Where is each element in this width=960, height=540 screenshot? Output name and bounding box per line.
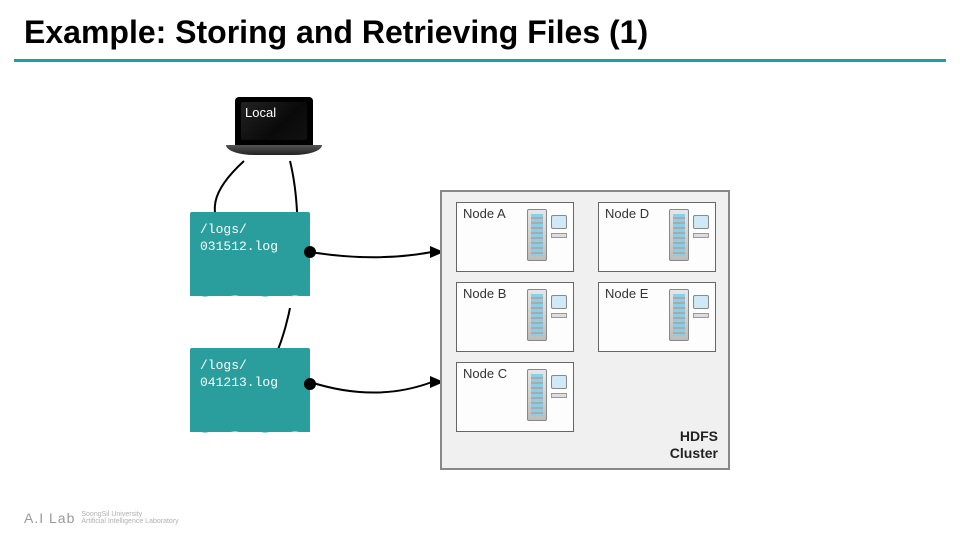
node-c-label: Node C bbox=[463, 366, 507, 381]
laptop-screen: Local bbox=[235, 97, 313, 145]
log-file-1-path: /logs/ bbox=[200, 222, 300, 239]
connection-dot-2 bbox=[304, 378, 316, 390]
laptop-label: Local bbox=[245, 105, 276, 120]
cluster-node-b: Node B bbox=[456, 282, 574, 352]
log-file-2-path: /logs/ bbox=[200, 358, 300, 375]
cluster-node-c: Node C bbox=[456, 362, 574, 432]
server-icon bbox=[669, 209, 709, 267]
server-icon bbox=[527, 369, 567, 427]
diagram-area: Local /logs/ 031512.log /logs/ 041213.lo… bbox=[0, 62, 960, 502]
node-e-label: Node E bbox=[605, 286, 648, 301]
footer-line2: Artificial Intelligence Laboratory bbox=[81, 518, 178, 525]
log-file-2: /logs/ 041213.log bbox=[190, 348, 310, 432]
node-d-label: Node D bbox=[605, 206, 649, 221]
slide-title: Example: Storing and Retrieving Files (1… bbox=[0, 0, 960, 59]
cluster-node-d: Node D bbox=[598, 202, 716, 272]
cluster-node-a: Node A bbox=[456, 202, 574, 272]
node-a-label: Node A bbox=[463, 206, 506, 221]
footer-brand: A.I Lab bbox=[24, 510, 75, 526]
log-file-1-name: 031512.log bbox=[200, 239, 300, 256]
cluster-label-line1: HDFS bbox=[680, 428, 718, 444]
footer-subtext: SoongSil University Artificial Intellige… bbox=[81, 511, 178, 525]
footer-line1: SoongSil University bbox=[81, 511, 142, 518]
log-file-1: /logs/ 031512.log bbox=[190, 212, 310, 296]
hdfs-cluster: Node A Node D Node B Node E bbox=[440, 190, 730, 470]
cluster-label: HDFS Cluster bbox=[670, 428, 718, 462]
laptop-base bbox=[226, 145, 322, 155]
cluster-label-line2: Cluster bbox=[670, 445, 718, 461]
server-icon bbox=[527, 289, 567, 347]
local-laptop: Local bbox=[226, 97, 322, 163]
footer-logo: A.I Lab SoongSil University Artificial I… bbox=[24, 510, 179, 526]
connection-dot-1 bbox=[304, 246, 316, 258]
server-icon bbox=[527, 209, 567, 267]
server-icon bbox=[669, 289, 709, 347]
log-file-2-name: 041213.log bbox=[200, 375, 300, 392]
cluster-node-e: Node E bbox=[598, 282, 716, 352]
node-b-label: Node B bbox=[463, 286, 506, 301]
